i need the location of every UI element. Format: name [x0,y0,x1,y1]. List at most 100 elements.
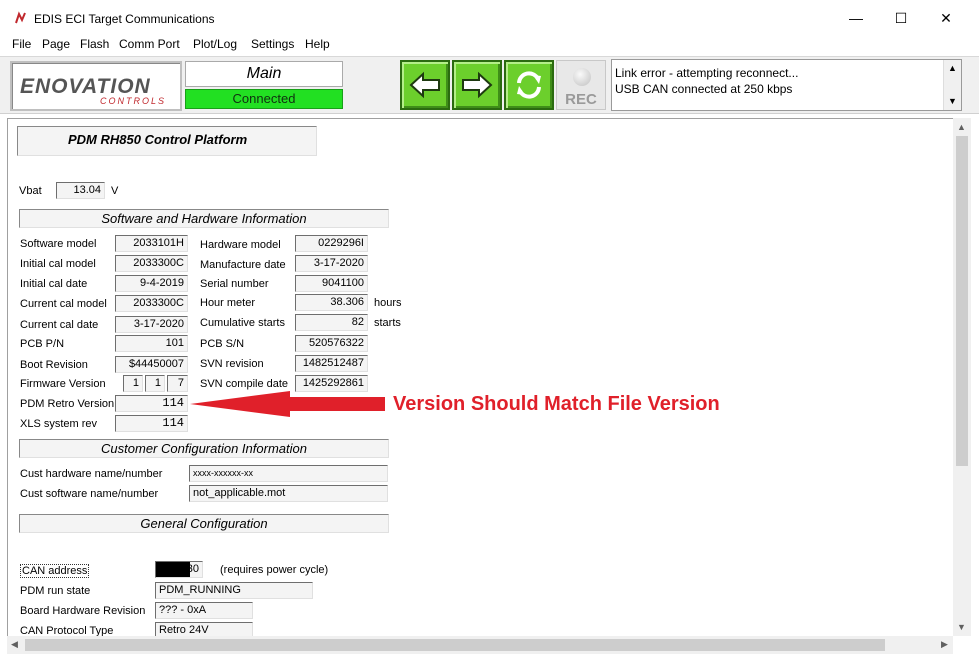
record-icon [573,68,591,86]
vbat-label: Vbat [19,185,42,197]
minimize-button[interactable]: — [846,8,866,28]
menu-plot-log[interactable]: Plot/Log [193,37,237,51]
maximize-button[interactable]: ☐ [891,8,911,28]
pcb-pn-value: 101 [115,335,188,352]
xls-system-rev-value: 114 [115,415,188,432]
manufacture-date-value: 3-17-2020 [295,255,368,272]
arrow-left-icon [409,71,440,99]
cumulative-starts-label: Cumulative starts [200,317,285,329]
log-line: Link error - attempting reconnect... [615,66,799,80]
page-name: Main [185,61,343,87]
log-line: USB CAN connected at 250 kbps [615,82,793,96]
horizontal-scroll-thumb[interactable] [25,639,885,651]
cust-hardware-value: xxxx-xxxxxx-xx [189,465,388,482]
title-bar: EDIS ECI Target Communications — ☐ ✕ [0,0,979,36]
record-button[interactable]: REC [556,60,606,110]
boot-revision-value: $44450007 [115,356,188,373]
firmware-major-value: 1 [123,375,143,392]
current-cal-model-label: Current cal model [20,298,107,310]
back-button[interactable] [400,60,450,110]
initial-cal-date-value: 9-4-2019 [115,275,188,292]
scroll-up-icon[interactable]: ▲ [957,122,966,132]
initial-cal-model-label: Initial cal model [20,258,96,270]
pdm-retro-version-value: 114 [115,395,188,412]
cust-hardware-label: Cust hardware name/number [20,468,163,480]
svn-revision-value: 1482512487 [295,355,368,372]
firmware-patch-value: 7 [167,375,188,392]
vbat-unit: V [111,185,119,197]
connection-status: Connected [185,89,343,109]
vertical-scroll-thumb[interactable] [956,136,968,466]
cumulative-starts-value: 82 [295,314,368,331]
menu-bar: File Page Flash Comm Port Plot/Log Setti… [0,36,979,56]
current-cal-date-label: Current cal date [20,319,99,331]
vbat-value: 13.04 [56,182,105,199]
menu-comm-port[interactable]: Comm Port [119,37,180,51]
pcb-pn-label: PCB P/N [20,338,65,350]
scroll-left-icon[interactable]: ◀ [11,639,18,650]
log-scrollbar[interactable]: ▲ ▼ [943,60,961,110]
status-log: Link error - attempting reconnect... USB… [611,59,962,111]
can-protocol-value: Retro 24V [155,622,253,636]
hardware-model-label: Hardware model [200,239,281,251]
scroll-down-icon[interactable]: ▼ [957,622,966,632]
enovation-logo: ENOVATION CONTROLS [10,61,182,111]
hardware-model-value: 0229296I [295,235,368,252]
menu-help[interactable]: Help [305,37,330,51]
cumulative-starts-unit: starts [374,317,401,329]
firmware-version-label: Firmware Version [20,378,106,390]
serial-number-value: 9041100 [295,275,368,292]
software-model-value: 2033101H [115,235,188,252]
pcb-sn-label: PCB S/N [200,338,245,350]
serial-number-label: Serial number [200,278,269,290]
can-address-note: (requires power cycle) [220,564,329,576]
toolbar: ENOVATION CONTROLS Main Connected REC Li… [0,56,979,114]
platform-title: PDM RH850 Control Platform [17,126,317,156]
scroll-up-icon[interactable]: ▲ [948,63,957,73]
scroll-down-icon[interactable]: ▼ [948,96,957,106]
firmware-minor-value: 1 [145,375,165,392]
logo-subtext: CONTROLS [100,96,167,106]
close-button[interactable]: ✕ [936,8,956,28]
refresh-button[interactable] [504,60,554,110]
app-logo-icon [15,11,26,24]
refresh-icon [517,71,541,99]
run-state-value: PDM_RUNNING [155,582,313,599]
arrow-right-icon [462,71,493,99]
annotation-arrow-icon [190,391,385,417]
current-cal-date-value: 3-17-2020 [115,316,188,333]
section-customer-config: Customer Configuration Information [19,439,389,458]
can-protocol-label: CAN Protocol Type [20,625,114,636]
pdm-retro-version-label: PDM Retro Version [20,398,115,410]
menu-flash[interactable]: Flash [80,37,109,51]
boot-revision-label: Boot Revision [20,359,88,371]
menu-page[interactable]: Page [42,37,70,51]
page-indicator: Main Connected [185,61,345,109]
manufacture-date-label: Manufacture date [200,259,286,271]
can-address-label[interactable]: CAN address [20,564,90,578]
vertical-scrollbar[interactable]: ▲ ▼ [953,118,971,636]
run-state-label: PDM run state [20,585,91,597]
section-general-config: General Configuration [19,514,389,533]
section-software-hardware: Software and Hardware Information [19,209,389,228]
menu-file[interactable]: File [12,37,31,51]
horizontal-scrollbar[interactable]: ◀ ▶ [7,636,953,654]
pcb-sn-value: 520576322 [295,335,368,352]
svn-revision-label: SVN revision [200,358,264,370]
forward-button[interactable] [452,60,502,110]
current-cal-model-value: 2033300C [115,295,188,312]
board-hw-label: Board Hardware Revision [20,605,146,617]
xls-system-rev-label: XLS system rev [20,418,98,430]
hour-meter-value: 38.306 [295,294,368,311]
initial-cal-date-label: Initial cal date [20,278,88,290]
hour-meter-label: Hour meter [200,297,256,309]
cust-software-label: Cust software name/number [20,488,159,500]
menu-settings[interactable]: Settings [251,37,294,51]
annotation-text: Version Should Match File Version [393,393,720,415]
hour-meter-unit: hours [374,297,402,309]
board-hw-value: ??? - 0xA [155,602,253,619]
cust-software-value: not_applicable.mot [189,485,388,502]
main-panel: PDM RH850 Control Platform Vbat 13.04 V … [7,118,953,636]
scroll-right-icon[interactable]: ▶ [941,639,948,650]
can-address-input[interactable]: 30 [155,561,203,578]
